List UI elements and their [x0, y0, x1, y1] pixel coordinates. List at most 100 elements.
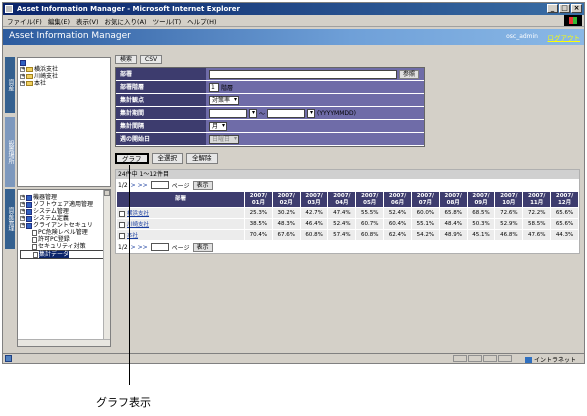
- rate-cell: 48.9%: [438, 229, 468, 241]
- select-all-button[interactable]: 全選択: [151, 153, 183, 164]
- dept-link[interactable]: 川崎支社: [127, 222, 149, 228]
- user-name: osc_admin: [506, 33, 538, 40]
- menu-help[interactable]: ヘルプ(H): [187, 16, 216, 26]
- next-page-link[interactable]: > >>: [131, 244, 148, 251]
- row-checkbox[interactable]: [119, 210, 125, 217]
- book-icon: [26, 215, 32, 222]
- rate-cell: 52.4%: [383, 207, 412, 219]
- expand-icon[interactable]: +: [20, 74, 25, 79]
- tab-assets[interactable]: 資産: [5, 57, 15, 113]
- page-input[interactable]: [150, 243, 169, 251]
- page-input[interactable]: [150, 181, 169, 189]
- menu-edit[interactable]: 編集(E): [48, 16, 70, 26]
- tree-item[interactable]: 集計データ: [20, 250, 108, 259]
- expand-icon[interactable]: +: [20, 67, 25, 72]
- results-table: 部署 2007/01月 2007/02月 2007/03月 2007/04月 2007/0…: [116, 191, 579, 241]
- month-column-header: 2007/10月: [494, 191, 524, 208]
- pager-top: 1/2 > >> ページ 表示: [116, 179, 579, 191]
- menu-view[interactable]: 表示(V): [76, 16, 99, 26]
- tree-item[interactable]: セキュリティ対策: [20, 243, 108, 250]
- rate-cell: 48.3%: [271, 218, 301, 230]
- month-column-header: 2007/07月: [410, 191, 440, 208]
- weekstart-select: 日曜日: [209, 134, 240, 144]
- tab-asset-management[interactable]: 資産管理: [5, 189, 15, 249]
- logout-link[interactable]: ログアウト: [548, 32, 581, 42]
- rate-cell: 54.2%: [410, 229, 440, 241]
- tree-horizontal-scrollbar[interactable]: [18, 339, 110, 346]
- tab-search[interactable]: 検索: [115, 55, 138, 64]
- tree-item-yokohama[interactable]: + 横浜支社: [20, 66, 108, 73]
- tree-item[interactable]: PC危険レベル管理: [20, 229, 108, 236]
- period-end-input[interactable]: [267, 108, 306, 118]
- result-count: 24件中 1～12件目: [116, 170, 579, 179]
- tree-item[interactable]: 許可PC登録: [20, 236, 108, 243]
- ie-icon: [5, 5, 13, 13]
- period-separator: ～: [259, 110, 266, 118]
- folder-icon: [26, 81, 33, 86]
- row-checkbox[interactable]: [119, 232, 125, 239]
- month-column-header: 2007/02月: [271, 191, 301, 208]
- menu-tools[interactable]: ツール(T): [153, 16, 182, 26]
- book-icon: [26, 201, 32, 208]
- intranet-icon: [524, 356, 532, 363]
- expand-icon[interactable]: +: [20, 202, 25, 207]
- show-page-button[interactable]: 表示: [192, 242, 213, 252]
- unit-select[interactable]: 対策率: [209, 95, 240, 105]
- folder-icon: [26, 74, 33, 79]
- tree-item[interactable]: + システム管理: [20, 208, 108, 215]
- browse-button[interactable]: 参照: [399, 69, 420, 79]
- period-label: 集計期間: [116, 107, 206, 119]
- period-end-dropdown[interactable]: [307, 108, 316, 118]
- tree-item-kawasaki[interactable]: + 川崎支社: [20, 73, 108, 80]
- app-title: Asset Information Manager: [9, 31, 131, 41]
- status-bar: イントラネット: [3, 353, 584, 363]
- rate-cell: 55.1%: [410, 218, 440, 230]
- graph-button[interactable]: グラフ: [115, 153, 149, 164]
- unit-label: 集計観点: [116, 94, 206, 106]
- rate-cell: 52.4%: [327, 218, 357, 230]
- book-icon: [26, 208, 32, 215]
- row-checkbox[interactable]: [119, 221, 125, 228]
- period-format: (YYYYMMDD): [317, 109, 356, 117]
- expand-icon[interactable]: +: [20, 81, 25, 86]
- dept-label: 部署: [116, 68, 206, 80]
- period-start-input[interactable]: [209, 108, 247, 118]
- next-page-link[interactable]: > >>: [131, 182, 148, 189]
- menu-file[interactable]: ファイル(F): [7, 16, 42, 26]
- tree-item[interactable]: + ソフトウェア適用管理: [20, 201, 108, 208]
- maximize-button[interactable]: □: [559, 4, 570, 13]
- deselect-all-button[interactable]: 全解除: [186, 153, 218, 164]
- dept-column-header: 部署: [116, 191, 245, 208]
- expand-icon[interactable]: +: [20, 209, 25, 214]
- page-indicator: 1/2: [118, 181, 128, 189]
- tree-vertical-scrollbar[interactable]: [103, 190, 110, 346]
- tree-item[interactable]: + システム定義: [20, 215, 108, 222]
- tab-csv[interactable]: CSV: [140, 55, 163, 64]
- rate-cell: 55.5%: [355, 207, 385, 219]
- results-panel: 24件中 1～12件目 1/2 > >> ページ 表示 部署 2007/01月 20…: [115, 169, 580, 254]
- tree-item[interactable]: + クライアントセキュリ: [20, 222, 108, 229]
- dept-input[interactable]: [209, 69, 397, 79]
- tab-location[interactable]: 設置場所: [5, 117, 15, 187]
- show-page-button[interactable]: 表示: [192, 180, 213, 190]
- menu-favorites[interactable]: お気に入り(A): [105, 16, 147, 26]
- period-start-dropdown[interactable]: [249, 108, 257, 118]
- menu-tree: + 機器管理 + ソフトウェア適用管理 + システム管理 + システム定義 + クライアントセキュ…: [17, 189, 111, 347]
- level-input[interactable]: 1: [209, 82, 219, 92]
- expand-icon[interactable]: +: [20, 223, 25, 228]
- minimize-button[interactable]: _: [547, 4, 558, 13]
- page-icon: [33, 251, 38, 258]
- expand-icon[interactable]: +: [20, 216, 25, 221]
- tree-item[interactable]: + 機器管理: [20, 194, 108, 201]
- interval-select[interactable]: 月: [209, 121, 228, 131]
- rate-cell: 65.6%: [550, 207, 579, 219]
- browser-window: Asset Information Manager - Microsoft In…: [2, 2, 585, 364]
- month-column-header: 2007/11月: [522, 191, 552, 208]
- tree-item-honsha[interactable]: + 本社: [20, 80, 108, 87]
- dept-link[interactable]: 横浜支社: [127, 211, 149, 217]
- month-column-header: 2007/12月: [550, 191, 579, 208]
- level-label: 部署階層: [116, 81, 206, 93]
- close-button[interactable]: ×: [571, 4, 582, 13]
- expand-icon[interactable]: +: [20, 195, 25, 200]
- month-column-header: 2007/08月: [438, 191, 468, 208]
